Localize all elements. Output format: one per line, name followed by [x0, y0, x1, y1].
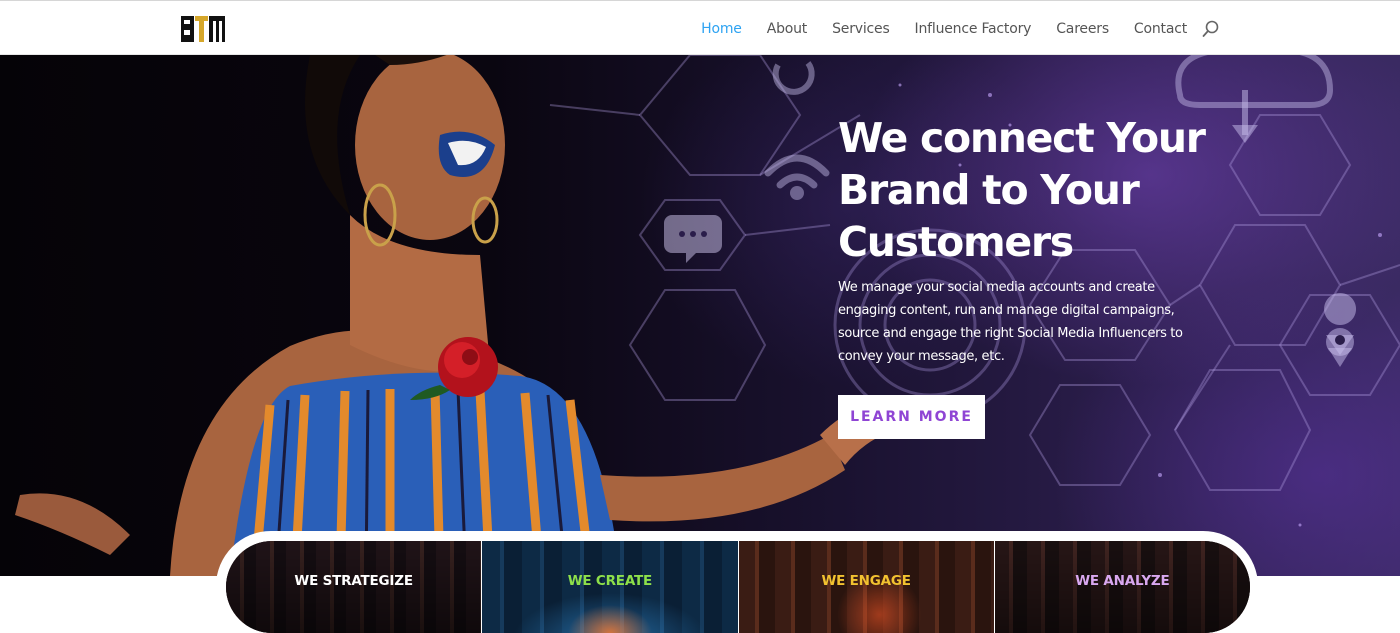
feature-label-strategize: WE STRATEGIZE: [294, 573, 413, 589]
main-nav: Home About Services Influence Factory Ca…: [676, 1, 1229, 56]
feature-label-analyze: WE ANALYZE: [1075, 573, 1170, 589]
site-logo[interactable]: [180, 14, 226, 44]
hero-section: We connect Your Brand to Your Customers …: [0, 55, 1400, 576]
feature-create[interactable]: WE CREATE: [482, 541, 739, 633]
logo-mark: [181, 16, 225, 42]
feature-analyze[interactable]: WE ANALYZE: [994, 541, 1250, 633]
feature-label-create: WE CREATE: [567, 573, 653, 589]
nav-contact[interactable]: Contact: [1134, 21, 1187, 37]
feature-strip: WE STRATEGIZE WE CREATE WE ENGAGE WE ANA…: [226, 541, 1250, 633]
feature-strategize[interactable]: WE STRATEGIZE: [226, 541, 483, 633]
site-header: Home About Services Influence Factory Ca…: [0, 0, 1400, 55]
search-icon[interactable]: [1202, 20, 1220, 38]
feature-label-engage: WE ENGAGE: [821, 573, 911, 589]
nav-home[interactable]: Home: [701, 21, 742, 37]
hero-description: We manage your social media accounts and…: [838, 280, 1183, 364]
learn-more-button[interactable]: LEARN MORE: [838, 395, 985, 439]
nav-influence-factory[interactable]: Influence Factory: [915, 21, 1032, 37]
feature-engage[interactable]: WE ENGAGE: [738, 541, 995, 633]
nav-about[interactable]: About: [767, 21, 808, 37]
nav-careers[interactable]: Careers: [1056, 21, 1109, 37]
hero-title: We connect Your Brand to Your Customers: [838, 114, 1206, 266]
nav-services[interactable]: Services: [832, 21, 890, 37]
